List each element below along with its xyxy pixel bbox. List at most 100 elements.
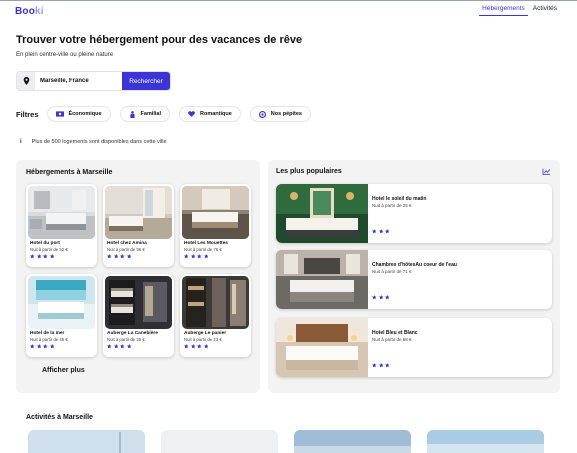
lodgings-panel: Hébergements à Marseille Hotel du port N… — [16, 160, 260, 393]
filters-title: Filtres — [16, 109, 39, 119]
star-icon — [184, 344, 189, 349]
star-rating — [30, 254, 54, 259]
lodging-name: Hotel Les Mouettes — [184, 241, 228, 246]
activities-title: Activités à Marseille — [26, 414, 93, 421]
star-icon — [43, 344, 48, 349]
lodging-card[interactable]: Hotel du port Nuit à partir de 52 € — [26, 184, 97, 267]
star-icon — [203, 344, 208, 349]
popular-price: Nuit à partir de 25 € — [372, 203, 412, 208]
lodging-photo — [182, 186, 249, 239]
lodging-name: Auberge Le panier — [184, 331, 227, 336]
show-more-button[interactable]: Afficher plus — [42, 367, 85, 374]
page-title: Trouver votre hébergement pour des vacan… — [16, 34, 303, 46]
star-icon — [197, 254, 202, 259]
lodging-card[interactable]: Hotel Les Mouettes Nuit à partir de 76 € — [180, 184, 251, 267]
lodging-name: Hotel de la mer — [30, 331, 65, 336]
star-rating — [107, 254, 131, 259]
heart-icon — [188, 111, 195, 117]
star-icon — [378, 229, 383, 234]
star-icon — [120, 254, 125, 259]
lodging-price: Nuit à partir de 76 € — [184, 247, 222, 252]
popular-card[interactable]: Hotel Bleu et Blanc Nuit à partir de 68 … — [276, 318, 552, 377]
star-icon — [184, 254, 189, 259]
star-icon — [30, 344, 35, 349]
page-subtitle: En plein centre-ville ou pleine nature — [16, 52, 114, 58]
star-icon — [126, 254, 131, 259]
star-rating — [372, 295, 390, 300]
search-button[interactable]: Rechercher — [122, 72, 170, 90]
lodging-card[interactable]: Hotel chez Amina Nuit à partir de 96 € — [103, 184, 174, 267]
filter-pepites[interactable]: Nos pépites — [249, 106, 311, 122]
top-border — [0, 0, 577, 1]
lodging-photo — [105, 276, 172, 329]
search-input[interactable] — [35, 78, 119, 84]
popular-photo — [276, 250, 368, 309]
lodging-card[interactable]: Auberge Le panier Nuit à partir de 23 € — [180, 274, 251, 357]
booki-logo[interactable]: Booki — [15, 6, 44, 17]
star-rating — [372, 229, 390, 234]
activity-card[interactable] — [427, 430, 544, 453]
activity-card[interactable] — [294, 430, 411, 453]
info-text: Plus de 500 logements sont disponibles d… — [31, 139, 167, 145]
filter-label: Romantique — [200, 111, 232, 117]
star-icon — [385, 295, 390, 300]
star-icon — [385, 229, 390, 234]
filter-economique[interactable]: Économique — [46, 106, 111, 122]
lodging-price: Nuit à partir de 96 € — [107, 247, 145, 252]
star-icon — [372, 295, 377, 300]
star-icon — [107, 254, 112, 259]
popular-price: Nuit à partir de 71 € — [372, 269, 412, 274]
lodging-name: Auberge La Canebière — [107, 331, 158, 336]
lodging-card[interactable]: Hotel de la mer Nuit à partir de 46 € — [26, 274, 97, 357]
star-rating — [184, 344, 208, 349]
search-bar: Rechercher — [16, 71, 171, 91]
star-rating — [107, 344, 131, 349]
activity-card[interactable] — [161, 430, 278, 453]
family-icon — [129, 110, 135, 118]
filters-bar: Filtres Économique Familial Romantique N… — [16, 106, 320, 122]
star-icon — [190, 344, 195, 349]
filter-label: Familial — [140, 111, 162, 117]
star-icon — [36, 254, 41, 259]
location-pin-icon — [17, 72, 35, 90]
lodging-price: Nuit à partir de 52 € — [30, 247, 68, 252]
nav-item-activites[interactable]: Activités — [533, 5, 557, 15]
filter-familial[interactable]: Familial — [119, 106, 171, 122]
nav-item-hebergements[interactable]: Hébergements — [479, 5, 528, 16]
lodging-photo — [28, 186, 95, 239]
popular-photo — [276, 184, 368, 243]
star-icon — [36, 344, 41, 349]
star-icon — [49, 254, 54, 259]
lodging-photo — [182, 276, 249, 329]
activity-card[interactable] — [28, 430, 145, 453]
filter-romantique[interactable]: Romantique — [179, 106, 241, 122]
lodging-photo — [28, 276, 95, 329]
lodging-price: Nuit à partir de 46 € — [30, 337, 68, 342]
popular-panel: Les plus populaires Hotel le soleil du m… — [268, 160, 560, 393]
top-nav: Hébergements Activités — [479, 5, 557, 16]
popular-price: Nuit à partir de 68 € — [372, 337, 412, 342]
star-rating — [30, 344, 54, 349]
star-icon — [120, 344, 125, 349]
star-icon — [378, 295, 383, 300]
star-icon — [385, 363, 390, 368]
lodging-name: Hotel chez Amina — [107, 241, 147, 246]
star-icon — [372, 229, 377, 234]
lodging-price: Nuit à partir de 23 € — [184, 337, 222, 342]
star-icon — [126, 344, 131, 349]
star-rating — [184, 254, 208, 259]
money-icon — [55, 111, 64, 117]
star-icon — [203, 254, 208, 259]
popular-name: Hotel Bleu et Blanc — [372, 330, 418, 336]
lodging-price: Nuit à partir de 25 € — [107, 337, 145, 342]
gem-icon — [258, 110, 266, 118]
star-icon — [49, 344, 54, 349]
popular-card[interactable]: Hotel le soleil du matin Nuit à partir d… — [276, 184, 552, 243]
filter-label: Économique — [68, 111, 102, 117]
filter-label: Nos pépites — [270, 111, 302, 117]
popular-card[interactable]: Chambres d'hôtesAu coeur de l'eau Nuit à… — [276, 250, 552, 309]
lodging-card[interactable]: Auberge La Canebière Nuit à partir de 25… — [103, 274, 174, 357]
star-icon — [113, 344, 118, 349]
star-icon — [43, 254, 48, 259]
star-icon — [190, 254, 195, 259]
